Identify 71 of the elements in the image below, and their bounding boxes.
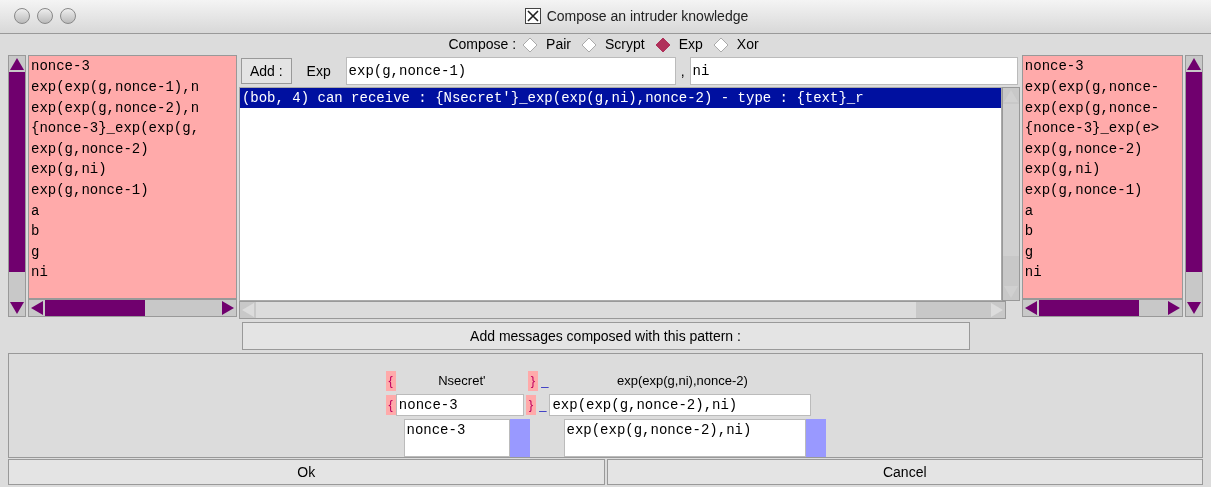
input-field[interactable]: ni (689, 57, 1018, 86)
list-item[interactable]: exp(g,nonce-2) (1024, 138, 1180, 160)
input-field[interactable]: nonce-3 (395, 394, 524, 416)
input-field[interactable]: exp(g,nonce-1) (345, 57, 676, 86)
window-control-button[interactable] (14, 8, 30, 25)
value-list[interactable]: nonce-3 (403, 418, 510, 458)
radio-icon (712, 36, 729, 53)
compose-label: Compose : (448, 35, 517, 55)
scroll-right-icon[interactable] (1166, 300, 1182, 317)
scroll-up-icon[interactable] (1186, 56, 1202, 73)
list-item[interactable]: exp(exp(g,nonce-2),n (31, 97, 234, 119)
message-list[interactable]: (bob, 4) can receive : {Nsecret'}_exp(exp(g,ni),nonce-2) - type : {text}_r (238, 87, 1002, 302)
radio-option[interactable]: Xor (712, 34, 759, 56)
radio-option[interactable]: Exp (654, 34, 703, 56)
list-item[interactable]: nonce-3 (1024, 56, 1180, 78)
list-item[interactable]: exp(exp(g,nonce-1),n (31, 77, 234, 98)
add-pattern-button[interactable]: Add messages composed with this pattern : (241, 322, 970, 351)
list-item[interactable]: exp(g,nonce-1) (1024, 180, 1180, 201)
input-field[interactable]: exp(exp(g,nonce-2),ni) (549, 394, 812, 416)
list-item[interactable]: exp(g,ni) (31, 159, 234, 180)
separator-label: , (679, 61, 686, 81)
list-item[interactable]: exp(g,ni) (1024, 159, 1180, 180)
message-row[interactable]: (bob, 4) can receive : {Nsecret'}_exp(exp(g,ni),nonce-2) - type : {text}_r (239, 88, 1001, 109)
list-item[interactable]: ni (31, 262, 234, 283)
radio-icon (522, 36, 539, 53)
list-item[interactable]: a (1024, 200, 1180, 222)
radio-option[interactable]: Scrypt (581, 34, 645, 56)
knowledge-list[interactable]: nonce-3 exp(exp(g,nonce-1),n exp(exp(g,nonce-2),n {nonce-3}_exp(exp(g, exp(g,nonce-2) exp(g,ni) exp(g,nonce-1) a b g ni (28, 55, 237, 300)
x-window-icon (524, 8, 541, 25)
list-item[interactable]: g (31, 241, 234, 263)
list-item[interactable]: exp(exp(g,nonce- (1024, 77, 1180, 98)
radio-option[interactable]: Pair (522, 34, 571, 56)
list-item[interactable]: nonce-3 (406, 419, 507, 441)
knowledge-list[interactable]: nonce-3 exp(exp(g,nonce- exp(exp(g,nonce- {nonce-3}_exp(e> exp(g,nonce-2) exp(g,ni) exp(g,nonce-1) a b g ni (1021, 55, 1183, 300)
brace-symbol: { (385, 395, 396, 415)
pattern-heading: Nsecret' (437, 372, 487, 390)
vertical-scrollbar[interactable] (805, 418, 826, 458)
dialog-button[interactable]: Cancel (606, 459, 1203, 486)
vertical-scrollbar[interactable] (509, 418, 530, 458)
list-item[interactable]: exp(exp(g,nonce- (1024, 97, 1180, 119)
value-list[interactable]: exp(exp(g,nonce-2),ni) (563, 418, 806, 458)
radio-selected-icon (654, 36, 671, 53)
brace-symbol: } (525, 395, 537, 415)
list-item[interactable]: {nonce-3}_exp(e> (1024, 118, 1180, 139)
list-item[interactable]: ni (1024, 262, 1180, 283)
subscript-symbol: _ (540, 372, 550, 390)
list-item[interactable]: g (1024, 241, 1180, 263)
radio-icon (581, 36, 597, 53)
list-item[interactable]: exp(g,nonce-1) (31, 180, 234, 201)
dialog-button[interactable]: Ok (8, 459, 605, 486)
subscript-symbol: _ (538, 396, 548, 415)
vertical-scrollbar[interactable] (1185, 55, 1203, 318)
window-control-button[interactable] (60, 8, 76, 25)
horizontal-scrollbar[interactable] (1021, 299, 1183, 318)
list-item[interactable]: exp(g,nonce-2) (31, 138, 234, 160)
list-item[interactable]: exp(exp(g,nonce-2),ni) (566, 419, 803, 441)
brace-symbol: } (527, 371, 539, 391)
list-item[interactable]: {nonce-3}_exp(exp(g, (31, 118, 234, 139)
list-item[interactable]: b (1024, 221, 1180, 242)
pattern-heading: exp(exp(g,ni),nonce-2) (616, 372, 749, 390)
list-item[interactable]: a (31, 200, 234, 222)
brace-symbol: { (385, 371, 396, 391)
operator-label: Exp (305, 61, 332, 81)
window-title: Compose an intruder knowledge (546, 6, 749, 26)
list-item[interactable]: nonce-3 (31, 56, 234, 78)
horizontal-scrollbar[interactable] (28, 299, 237, 318)
list-item[interactable]: b (31, 221, 234, 242)
vertical-scrollbar[interactable] (8, 55, 26, 318)
window-control-button[interactable] (37, 8, 53, 25)
scroll-up-icon[interactable] (9, 56, 25, 73)
add-button[interactable]: Add : (240, 58, 292, 85)
